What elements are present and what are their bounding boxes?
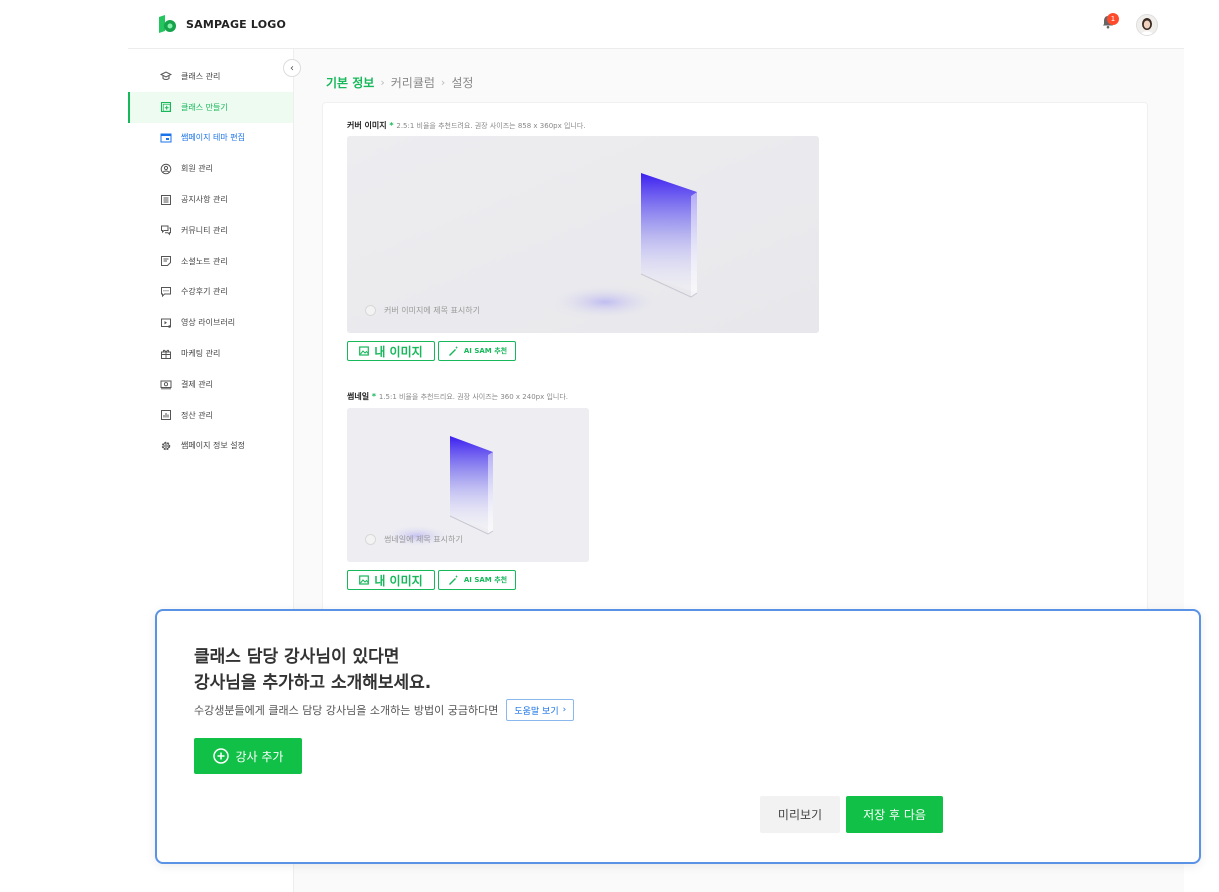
thumbnail-label: 썸네일 * 1.5:1 비율을 추천드리요. 권장 사이즈는 360 x 240… (347, 391, 568, 402)
cover-my-image-label: 내 이미지 (374, 344, 423, 359)
image-icon (359, 346, 370, 356)
breadcrumb: 기본 정보 › 커리큘럼 › 설정 (326, 74, 473, 91)
help-label: 도움말 보기 (514, 706, 559, 717)
breadcrumb-curriculum[interactable]: 커리큘럼 (391, 74, 435, 91)
magic-pen-icon (448, 346, 459, 356)
save-next-button[interactable]: 저장 후 다음 (846, 796, 943, 833)
sidebar-item-create-class[interactable]: 클래스 만들기 (128, 91, 293, 123)
thumbnail-my-image-button[interactable]: 내 이미지 (347, 570, 435, 590)
sidebar-item-label: 수강후기 관리 (181, 287, 228, 297)
title-line-1: 클래스 담당 강사님이 있다면 (194, 647, 400, 667)
sidebar-item-theme-edit[interactable]: 쌤페이지 테마 편집 (128, 123, 293, 154)
sidebar-item-label: 영상 라이브러리 (181, 318, 236, 328)
sidebar-item-settlement[interactable]: 정산 관리 (128, 400, 293, 431)
thumbnail-show-title-radio[interactable] (365, 534, 376, 545)
sidebar-item-community[interactable]: 커뮤니티 관리 (128, 215, 293, 246)
breadcrumb-settings[interactable]: 설정 (451, 74, 473, 91)
required-mark: * (371, 392, 377, 401)
sidebar-item-label: 공지사항 관리 (181, 195, 228, 205)
chat-bubbles-icon (160, 224, 172, 236)
gift-icon (160, 348, 172, 360)
cover-show-title-radio[interactable] (365, 305, 376, 316)
graduation-cap-icon (160, 70, 172, 82)
sidebar-item-label: 쌤페이지 테마 편집 (181, 133, 245, 143)
image-icon (359, 575, 370, 585)
sidebar-item-label: 클래스 만들기 (181, 102, 228, 112)
comment-icon (160, 286, 172, 298)
add-box-icon (160, 101, 172, 113)
user-circle-icon (160, 163, 172, 175)
add-instructor-label: 강사 추가 (235, 749, 284, 764)
sidebar-item-label: 클래스 관리 (181, 71, 221, 81)
cover-ai-label: AI SAM 추천 (463, 347, 508, 355)
sidebar-item-label: 소셜노트 관리 (181, 256, 228, 266)
cover-ai-recommend-button[interactable]: AI SAM 추천 (438, 341, 516, 361)
sidebar-item-page-settings[interactable]: 쌤페이지 정보 설정 (128, 431, 293, 462)
chart-icon (160, 409, 172, 421)
chevron-right-icon: › (440, 76, 446, 89)
sidebar-nav: 클래스 관리 클래스 만들기 쌤페이지 테마 편집 회원 관리 공지사항 관리 … (128, 61, 293, 461)
instructor-panel-description: 수강생분들에게 클래스 담당 강사님을 소개하는 방법이 궁금하다면 도움말 보… (194, 699, 575, 721)
cover-show-title-row: 커버 이미지에 제목 표시하기 (365, 305, 480, 316)
sidebar-collapse-button[interactable]: ‹ (283, 59, 301, 77)
thumbnail-label-text: 썸네일 (347, 392, 370, 401)
sidebar-item-notices[interactable]: 공지사항 관리 (128, 184, 293, 215)
basic-info-card: 커버 이미지 * 2.5:1 비율을 추천드려요. 권장 사이즈는 858 x … (322, 102, 1148, 624)
cover-image-preview[interactable]: 커버 이미지에 제목 표시하기 (347, 136, 819, 333)
thumbnail-show-title-row: 썸네일에 제목 표시하기 (365, 534, 463, 545)
logo-icon (159, 15, 176, 33)
cover-hint: 2.5:1 비율을 추천드려요. 권장 사이즈는 858 x 360px 입니다… (396, 122, 586, 130)
sidebar-item-class-management[interactable]: 클래스 관리 (128, 61, 293, 92)
sidebar-item-marketing[interactable]: 마케팅 관리 (128, 338, 293, 369)
cover-label-text: 커버 이미지 (347, 121, 387, 130)
breadcrumb-basic-info[interactable]: 기본 정보 (326, 74, 374, 91)
cover-my-image-button[interactable]: 내 이미지 (347, 341, 435, 361)
add-instructor-button[interactable]: 강사 추가 (194, 738, 302, 774)
sidebar-item-reviews[interactable]: 수강후기 관리 (128, 277, 293, 308)
gear-icon (160, 440, 172, 452)
thumbnail-show-title-label: 썸네일에 제목 표시하기 (384, 535, 463, 544)
avatar[interactable] (1136, 14, 1158, 36)
sidebar-item-label: 정산 관리 (181, 410, 213, 420)
sidebar-item-label: 쌤페이지 정보 설정 (181, 441, 245, 451)
thumbnail-ai-recommend-button[interactable]: AI SAM 추천 (438, 570, 516, 590)
top-bar: SAMPAGE LOGO 1 (128, 0, 1184, 49)
help-button[interactable]: 도움말 보기 › (506, 699, 575, 721)
chevron-right-icon: › (380, 76, 385, 89)
sidebar-item-label: 마케팅 관리 (181, 349, 221, 359)
video-library-icon (160, 317, 172, 329)
instructor-panel: 클래스 담당 강사님이 있다면 강사님을 추가하고 소개해보세요. 수강생분들에… (155, 609, 1201, 864)
thumbnail-my-image-label: 내 이미지 (374, 573, 423, 588)
logo-text: SAMPAGE LOGO (186, 17, 287, 31)
sidebar-item-members[interactable]: 회원 관리 (128, 153, 293, 184)
magic-pen-icon (448, 575, 459, 585)
cover-illustration (347, 136, 819, 333)
avatar-portrait-icon (1137, 15, 1157, 35)
sidebar-item-payments[interactable]: 결제 관리 (128, 369, 293, 400)
cover-show-title-label: 커버 이미지에 제목 표시하기 (384, 306, 480, 315)
sidebar-item-label: 회원 관리 (181, 164, 213, 174)
thumbnail-preview[interactable]: 썸네일에 제목 표시하기 (347, 408, 589, 562)
preview-button[interactable]: 미리보기 (760, 796, 840, 833)
window-theme-icon (160, 132, 172, 144)
sidebar-item-social-notes[interactable]: 소셜노트 관리 (128, 246, 293, 277)
thumbnail-hint: 1.5:1 비율을 추천드리요. 권장 사이즈는 360 x 240px 입니다… (378, 393, 569, 401)
note-icon (160, 255, 172, 267)
description-text: 수강생분들에게 클래스 담당 강사님을 소개하는 방법이 궁금하다면 (194, 704, 499, 717)
notification-badge: 1 (1107, 13, 1119, 25)
sidebar-item-label: 커뮤니티 관리 (181, 225, 228, 235)
notice-list-icon (160, 194, 172, 206)
payment-icon (160, 378, 172, 390)
thumbnail-ai-label: AI SAM 추천 (463, 576, 508, 584)
required-mark: * (389, 121, 394, 130)
instructor-panel-title: 클래스 담당 강사님이 있다면 강사님을 추가하고 소개해보세요. (194, 644, 431, 696)
title-line-2: 강사님을 추가하고 소개해보세요. (194, 673, 432, 693)
cover-image-label: 커버 이미지 * 2.5:1 비율을 추천드려요. 권장 사이즈는 858 x … (347, 120, 586, 131)
chevron-left-icon: ‹ (290, 62, 294, 74)
chevron-right-icon: › (562, 705, 567, 715)
sidebar-item-video-library[interactable]: 영상 라이브러리 (128, 307, 293, 338)
logo[interactable]: SAMPAGE LOGO (156, 13, 286, 35)
plus-circle-icon (212, 748, 229, 764)
sidebar-item-label: 결제 관리 (181, 379, 213, 389)
